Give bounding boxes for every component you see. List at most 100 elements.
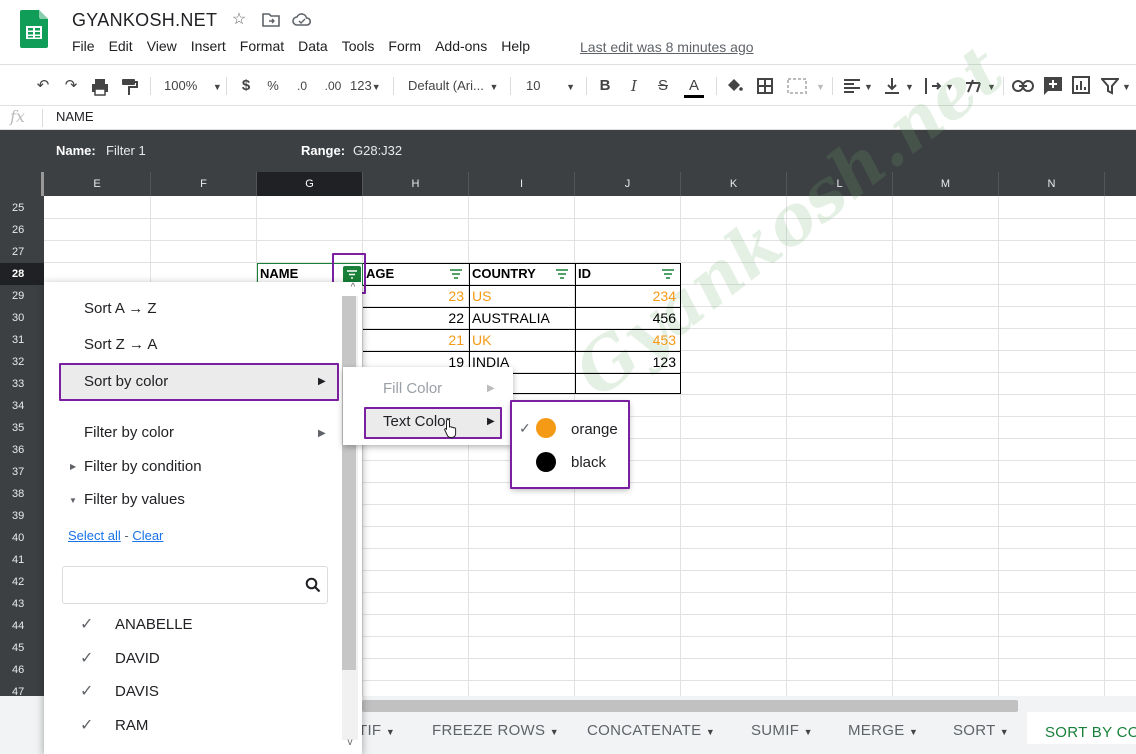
cell-country[interactable]: UK: [469, 329, 573, 351]
merge-cells-icon[interactable]: [786, 77, 808, 95]
checkbox-checked[interactable]: ✓: [80, 614, 93, 634]
column-header-f[interactable]: F: [151, 172, 257, 196]
filter-lines-icon[interactable]: [661, 269, 675, 279]
cell-age[interactable]: 23: [363, 285, 467, 307]
formula-input[interactable]: NAME: [56, 109, 94, 124]
cell-id[interactable]: 123: [575, 351, 679, 373]
row-header[interactable]: 43: [0, 593, 44, 615]
header-country[interactable]: COUNTRY: [469, 263, 549, 285]
menu-edit[interactable]: Edit: [107, 38, 139, 58]
row-header[interactable]: 32: [0, 351, 44, 373]
menu-format[interactable]: Format: [238, 38, 290, 58]
header-age[interactable]: AGE: [363, 263, 443, 285]
cloud-status-icon[interactable]: [292, 12, 312, 28]
cell-id[interactable]: 234: [575, 285, 679, 307]
menu-view[interactable]: View: [145, 38, 183, 58]
row-header-active[interactable]: 28: [0, 263, 44, 285]
sheet-tab[interactable]: MERGE ▼: [848, 722, 918, 739]
column-header-h[interactable]: H: [363, 172, 469, 196]
row-header[interactable]: 27: [0, 241, 44, 263]
paint-format-icon[interactable]: [120, 78, 138, 96]
font-family-select[interactable]: Default (Ari... ▼: [408, 74, 498, 99]
insert-comment-icon[interactable]: [1043, 76, 1063, 96]
value-item[interactable]: ANABELLE: [115, 616, 193, 633]
filter-by-color-item[interactable]: Filter by color: [84, 424, 174, 441]
document-title[interactable]: GYANKOSH.NET: [72, 10, 217, 31]
font-size-select[interactable]: 10 ▼: [526, 74, 575, 99]
row-header[interactable]: 44: [0, 615, 44, 637]
checkbox-checked[interactable]: ✓: [80, 648, 93, 668]
row-header[interactable]: 39: [0, 505, 44, 527]
row-header[interactable]: 25: [0, 197, 44, 219]
select-all-corner[interactable]: [0, 172, 44, 196]
column-header-g[interactable]: G: [257, 172, 363, 196]
row-header[interactable]: 37: [0, 461, 44, 483]
clear-link[interactable]: Clear: [132, 528, 163, 543]
checkbox-checked[interactable]: ✓: [80, 715, 93, 735]
select-all-link[interactable]: Select all: [68, 528, 121, 543]
menu-file[interactable]: File: [70, 38, 101, 58]
row-header[interactable]: 26: [0, 219, 44, 241]
row-header[interactable]: 41: [0, 549, 44, 571]
header-id[interactable]: ID: [575, 263, 655, 285]
sort-a-z-item[interactable]: Sort A → Z: [84, 300, 157, 317]
row-header[interactable]: 31: [0, 329, 44, 351]
filter-by-condition-item[interactable]: Filter by condition: [84, 458, 202, 475]
values-search-input[interactable]: [62, 566, 328, 604]
star-icon[interactable]: ☆: [229, 10, 249, 30]
menu-help[interactable]: Help: [499, 38, 536, 58]
row-header[interactable]: 34: [0, 395, 44, 417]
row-header[interactable]: 46: [0, 659, 44, 681]
scroll-down-icon[interactable]: v: [343, 737, 357, 751]
collapse-caret-icon[interactable]: ▼: [69, 496, 77, 505]
cell-age[interactable]: 22: [363, 307, 467, 329]
more-formats-button[interactable]: 123▼: [350, 74, 381, 99]
italic-button[interactable]: I: [626, 74, 642, 98]
cell-country[interactable]: US: [469, 285, 573, 307]
scroll-up-icon[interactable]: ^: [343, 282, 363, 296]
value-item[interactable]: DAVIS: [115, 683, 159, 700]
menu-scrollbar-thumb[interactable]: [342, 296, 356, 670]
percent-format-button[interactable]: %: [264, 74, 282, 98]
row-header[interactable]: 30: [0, 307, 44, 329]
value-item[interactable]: DAVID: [115, 650, 160, 667]
print-icon[interactable]: [90, 78, 110, 96]
zoom-select[interactable]: 100% ▼: [164, 74, 222, 99]
row-header[interactable]: 45: [0, 637, 44, 659]
sheet-tab-active[interactable]: SORT BY CO: [1027, 712, 1136, 744]
text-color-button[interactable]: A: [682, 74, 706, 98]
sort-z-a-item[interactable]: Sort Z → A: [84, 336, 157, 353]
currency-format-button[interactable]: $: [238, 74, 254, 98]
cell-id[interactable]: 456: [575, 307, 679, 329]
column-header-j[interactable]: J: [575, 172, 681, 196]
borders-icon[interactable]: [756, 77, 774, 95]
sheets-logo-icon[interactable]: [20, 10, 48, 48]
filter-name-value[interactable]: Filter 1: [106, 143, 146, 158]
menu-insert[interactable]: Insert: [189, 38, 232, 58]
fill-color-icon[interactable]: [725, 77, 743, 95]
filter-range-value[interactable]: G28:J32: [353, 143, 402, 158]
sheet-tab[interactable]: SUMIF ▼: [751, 722, 813, 739]
column-header-e[interactable]: E: [44, 172, 151, 196]
filter-lines-icon[interactable]: [555, 269, 569, 279]
cell-id[interactable]: 453: [575, 329, 679, 351]
menu-form[interactable]: Form: [386, 38, 427, 58]
checkbox-checked[interactable]: ✓: [80, 681, 93, 701]
move-folder-icon[interactable]: [262, 12, 280, 28]
row-header[interactable]: 29: [0, 285, 44, 307]
horizontal-align-icon[interactable]: [843, 78, 861, 94]
bold-button[interactable]: B: [597, 74, 613, 98]
menu-addons[interactable]: Add-ons: [433, 38, 493, 58]
decrease-decimal-button[interactable]: .0: [292, 74, 312, 98]
column-header-i[interactable]: I: [469, 172, 575, 196]
fill-color-item[interactable]: Fill Color: [383, 380, 442, 397]
sheet-tab[interactable]: TIF ▼: [358, 722, 395, 739]
expand-caret-icon[interactable]: ▶: [70, 462, 76, 471]
filter-icon[interactable]: [1101, 77, 1119, 95]
row-header[interactable]: 36: [0, 439, 44, 461]
sheet-tab[interactable]: FREEZE ROWS ▼: [432, 722, 559, 739]
menu-data[interactable]: Data: [296, 38, 334, 58]
sheet-tab[interactable]: SORT ▼: [953, 722, 1009, 739]
redo-icon[interactable]: ↷: [60, 74, 82, 98]
row-header[interactable]: 40: [0, 527, 44, 549]
